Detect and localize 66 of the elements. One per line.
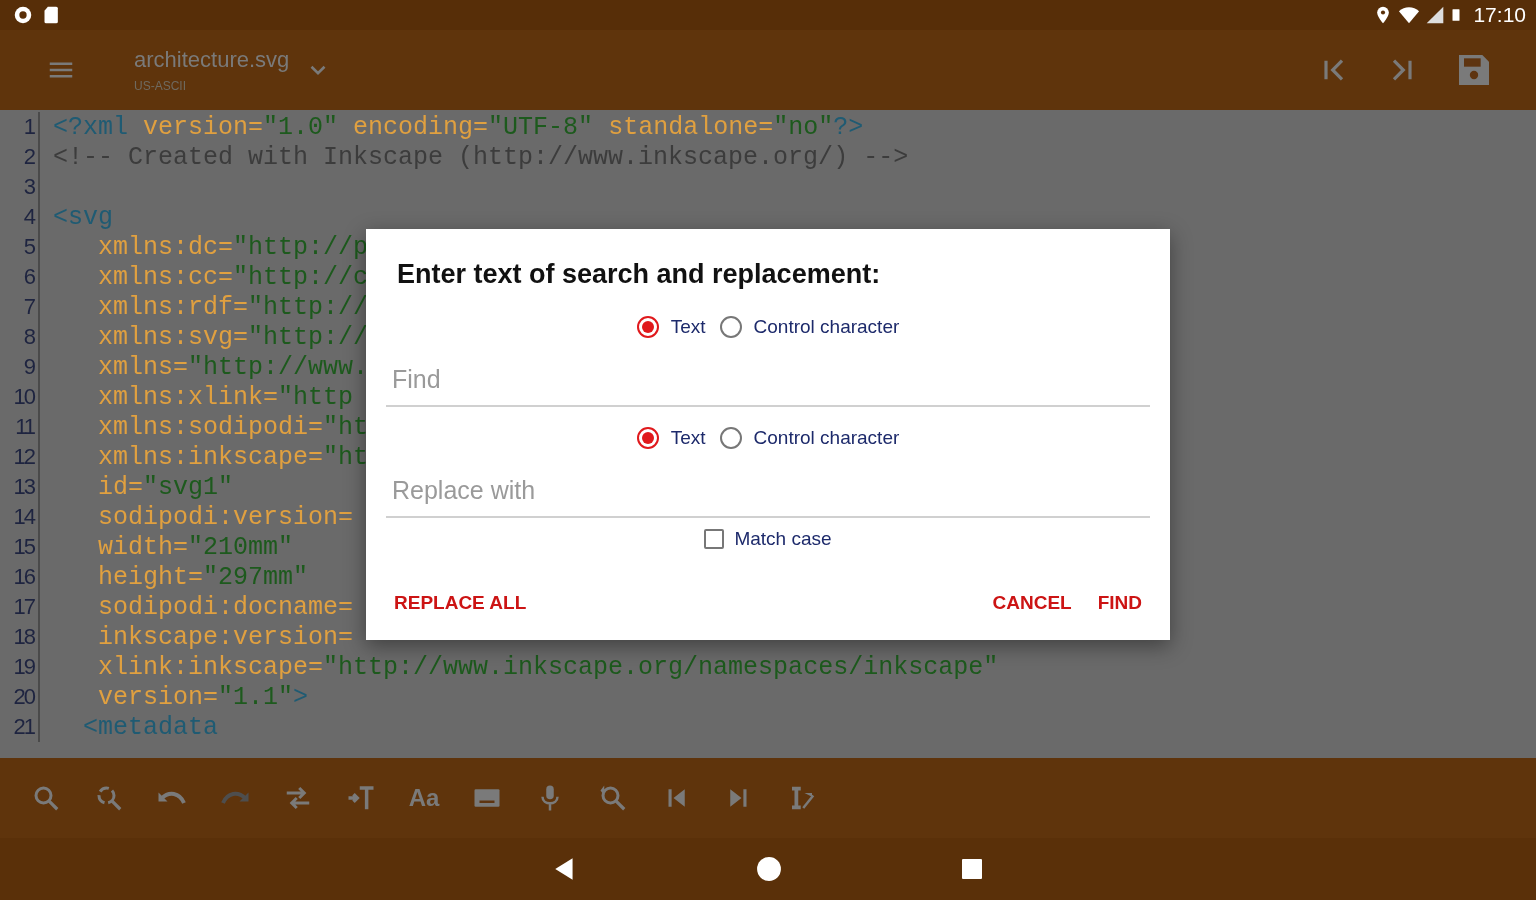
code-line: id="svg1" — [97, 472, 234, 502]
line-number: 21 — [0, 712, 40, 742]
code-line: <metadata — [82, 712, 219, 742]
radio-option[interactable]: Text — [636, 427, 706, 449]
line-number: 1 — [0, 112, 40, 142]
cell-signal-icon — [1425, 4, 1446, 26]
dialog-button[interactable]: FIND — [1089, 586, 1150, 620]
code-line: <?xml version="1.0" encoding="UTF-8" standalone="no"?> — [52, 112, 864, 142]
code-line: xmlns:cc="http://c — [97, 262, 369, 292]
wifi-icon — [1397, 4, 1422, 26]
code-line: xlink:inkscape="http://www.inkscape.org/namespaces/inkscape" — [97, 652, 999, 682]
line-number: 13 — [0, 472, 40, 502]
clock: 17:10 — [1473, 3, 1526, 27]
line-number: 11 — [0, 412, 40, 442]
line-number: 5 — [0, 232, 40, 262]
redo-icon — [220, 790, 250, 806]
radio-button[interactable] — [719, 316, 742, 338]
encoding-label: US-ASCII — [134, 79, 187, 93]
code-line: <svg — [52, 202, 113, 232]
dialog-title: Enter text of search and replacement: — [396, 259, 882, 291]
line-number: 9 — [0, 352, 40, 382]
line-number: 7 — [0, 292, 40, 322]
undo-icon — [157, 790, 187, 806]
line-number: 4 — [0, 202, 40, 232]
line-number: 20 — [0, 682, 40, 712]
code-line: xmlns:inkscape="ht — [97, 442, 369, 472]
line-number: 8 — [0, 322, 40, 352]
radio-option[interactable]: Control character — [719, 427, 900, 449]
replace-field[interactable]: Replace with — [386, 452, 1150, 518]
code-line: xmlns:svg="http:// — [97, 322, 369, 352]
match-case-checkbox[interactable]: Match case — [704, 528, 832, 550]
home-icon — [756, 856, 782, 882]
line-number: 12 — [0, 442, 40, 472]
line-number: 19 — [0, 652, 40, 682]
code-line: xmlns:rdf="http:// — [97, 292, 369, 322]
radio-button[interactable] — [636, 316, 659, 338]
code-line: xmlns:dc="http://p — [97, 232, 369, 262]
recents-icon — [960, 857, 984, 881]
notification-icon — [12, 4, 34, 26]
code-line: version="1.1"> — [97, 682, 309, 712]
code-line: xmlns="http://www. — [97, 352, 369, 382]
radio-option[interactable]: Control character — [719, 316, 900, 338]
code-line: inkscape:version= — [97, 622, 354, 652]
radio-button[interactable] — [719, 427, 742, 449]
line-number: 2 — [0, 142, 40, 172]
line-number: 10 — [0, 382, 40, 412]
code-line: xmlns:xlink="http — [97, 382, 354, 412]
code-line: width="210mm" — [97, 532, 294, 562]
line-number: 6 — [0, 262, 40, 292]
file-name: architecture.svg — [134, 47, 290, 73]
code-line: xmlns:sodipodi="ht — [97, 412, 369, 442]
radio-option[interactable]: Text — [636, 316, 706, 338]
line-number: 3 — [0, 172, 40, 202]
code-line: sodipodi:docname= — [97, 592, 354, 622]
line-number: 15 — [0, 532, 40, 562]
dialog-button[interactable]: REPLACE ALL — [386, 586, 535, 620]
line-number: 18 — [0, 622, 40, 652]
radio-button[interactable] — [636, 427, 659, 449]
find-field[interactable]: Find — [386, 341, 1150, 407]
line-number: 16 — [0, 562, 40, 592]
dialog-button[interactable]: CANCEL — [984, 586, 1080, 620]
line-number: 14 — [0, 502, 40, 532]
checkbox[interactable] — [704, 529, 725, 549]
line-number: 17 — [0, 592, 40, 622]
code-line: sodipodi:version= — [97, 502, 354, 532]
code-line: height="297mm" — [97, 562, 309, 592]
